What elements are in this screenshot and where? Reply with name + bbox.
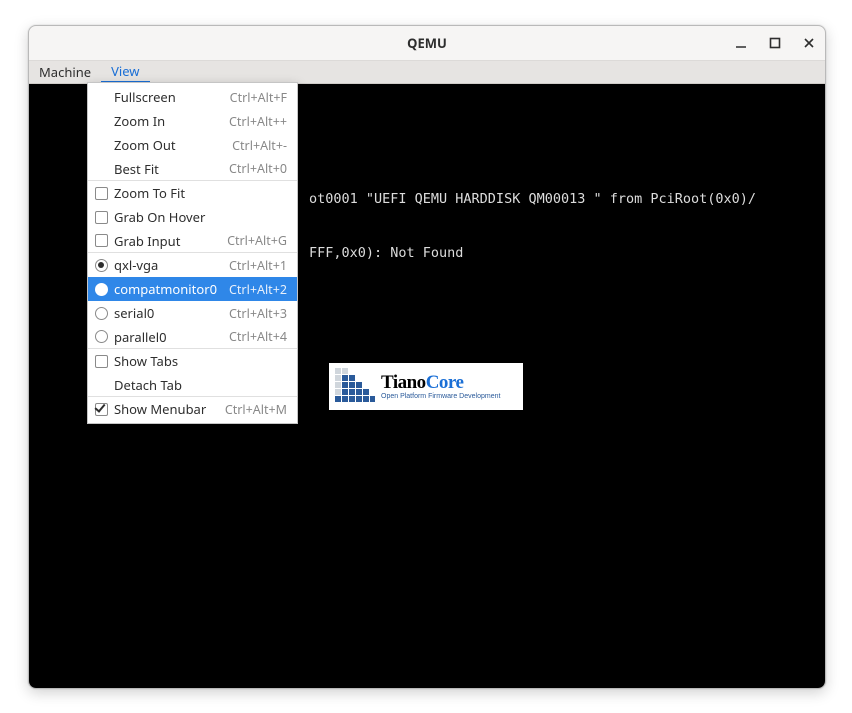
menu-best-fit[interactable]: Best Fit Ctrl+Alt+0 [88, 157, 297, 181]
title-bar: QEMU [29, 26, 825, 60]
menu-zoom-in[interactable]: Zoom In Ctrl+Alt++ [88, 109, 297, 133]
logo-squares-icon [335, 368, 375, 406]
menu-detach-tab[interactable]: Detach Tab [88, 373, 297, 397]
menu-serial0[interactable]: serial0 Ctrl+Alt+3 [88, 301, 297, 325]
menu-show-tabs[interactable]: Show Tabs [88, 349, 297, 373]
menu-item-label: Zoom To Fit [114, 184, 185, 202]
menu-item-label: Detach Tab [114, 376, 182, 394]
menu-qxl-vga[interactable]: qxl-vga Ctrl+Alt+1 [88, 253, 297, 277]
minimize-button[interactable] [733, 35, 749, 51]
window-controls [733, 26, 817, 60]
menu-grab-on-hover[interactable]: Grab On Hover [88, 205, 297, 229]
menu-item-label: Zoom Out [114, 136, 176, 154]
view-dropdown: Fullscreen Ctrl+Alt+F Zoom In Ctrl+Alt++… [87, 82, 298, 424]
menu-item-accel: Ctrl+Alt+0 [229, 160, 287, 177]
radio-icon [94, 330, 108, 344]
menu-fullscreen[interactable]: Fullscreen Ctrl+Alt+F [88, 85, 297, 109]
menu-view[interactable]: View [101, 61, 149, 83]
menu-compatmonitor0[interactable]: compatmonitor0 Ctrl+Alt+2 [88, 277, 297, 301]
menu-bar: Machine View [29, 60, 825, 84]
checkbox-icon [94, 402, 108, 416]
window-title: QEMU [407, 34, 447, 52]
radio-icon [94, 258, 108, 272]
minimize-icon [734, 36, 748, 50]
menu-item-accel: Ctrl+Alt+2 [229, 281, 287, 298]
radio-icon [94, 282, 108, 296]
menu-item-label: Grab Input [114, 232, 180, 250]
checkbox-icon [94, 186, 108, 200]
menu-show-menubar[interactable]: Show Menubar Ctrl+Alt+M [88, 397, 297, 421]
close-button[interactable] [801, 35, 817, 51]
close-icon [802, 36, 816, 50]
menu-item-label: Best Fit [114, 160, 159, 178]
menu-item-label: qxl-vga [114, 256, 158, 274]
menu-item-accel: Ctrl+Alt+M [225, 401, 287, 418]
menu-item-accel: Ctrl+Alt+G [227, 232, 287, 249]
menu-item-label: Grab On Hover [114, 208, 205, 226]
menu-item-accel: Ctrl+Alt+F [230, 89, 287, 106]
logo-text: TianoCore Open Platform Firmware Develop… [381, 373, 500, 400]
menu-grab-input[interactable]: Grab Input Ctrl+Alt+G [88, 229, 297, 253]
menu-item-label: compatmonitor0 [114, 280, 217, 298]
menu-item-label: Fullscreen [114, 88, 176, 106]
menu-item-accel: Ctrl+Alt+1 [229, 257, 287, 274]
menu-machine[interactable]: Machine [29, 61, 101, 83]
menu-parallel0[interactable]: parallel0 Ctrl+Alt+4 [88, 325, 297, 349]
menu-item-accel: Ctrl+Alt+3 [229, 305, 287, 322]
menu-item-accel: Ctrl+Alt+4 [229, 328, 287, 345]
menu-item-label: parallel0 [114, 328, 167, 346]
checkbox-icon [94, 354, 108, 368]
maximize-icon [768, 36, 782, 50]
menu-zoom-out[interactable]: Zoom Out Ctrl+Alt+- [88, 133, 297, 157]
radio-icon [94, 306, 108, 320]
checkbox-icon [94, 210, 108, 224]
logo-subtitle: Open Platform Firmware Development [381, 393, 500, 400]
tianocore-logo: TianoCore Open Platform Firmware Develop… [329, 363, 523, 410]
menu-item-label: Zoom In [114, 112, 165, 130]
logo-brand: TianoCore [381, 373, 500, 392]
menu-item-accel: Ctrl+Alt++ [229, 113, 287, 130]
menu-item-accel: Ctrl+Alt+- [232, 137, 287, 154]
menu-item-label: serial0 [114, 304, 154, 322]
menu-item-label: Show Tabs [114, 352, 178, 370]
menu-item-label: Show Menubar [114, 400, 206, 418]
checkbox-icon [94, 234, 108, 248]
maximize-button[interactable] [767, 35, 783, 51]
menu-zoom-to-fit[interactable]: Zoom To Fit [88, 181, 297, 205]
